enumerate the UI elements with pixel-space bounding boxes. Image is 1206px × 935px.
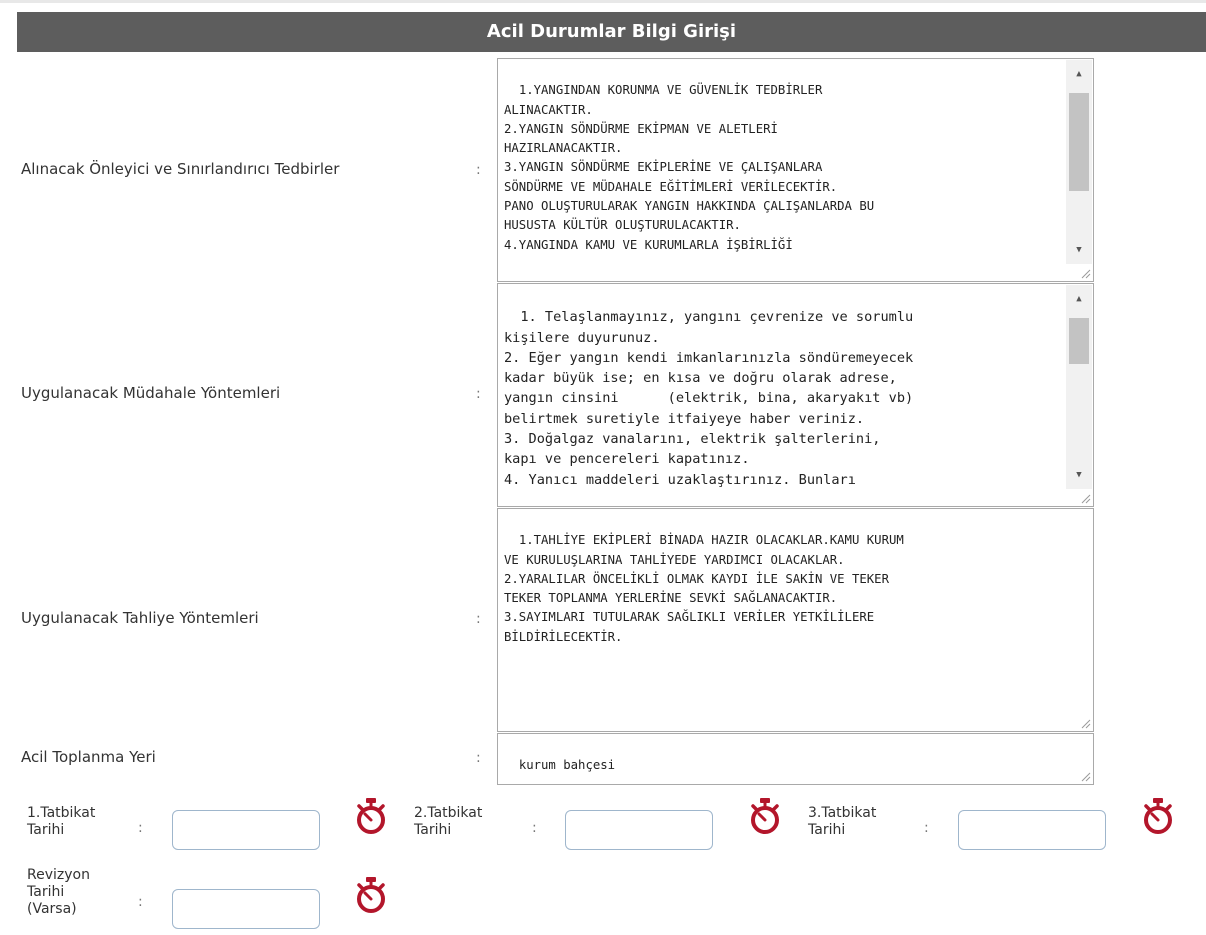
- colon-separator: :: [138, 894, 143, 910]
- colon-separator: :: [138, 820, 143, 836]
- resize-grip-icon[interactable]: [1079, 717, 1091, 729]
- colon-separator: :: [476, 386, 481, 402]
- stopwatch-icon[interactable]: [353, 797, 389, 835]
- stopwatch-icon[interactable]: [747, 797, 783, 835]
- scroll-thumb[interactable]: [1069, 93, 1089, 191]
- stopwatch-icon[interactable]: [1140, 797, 1176, 835]
- evacuation-methods-text: 1.TAHLİYE EKİPLERİ BİNADA HAZIR OLACAKLA…: [504, 533, 904, 644]
- resize-grip-icon[interactable]: [1079, 267, 1091, 279]
- preventive-measures-textarea[interactable]: 1.YANGINDAN KORUNMA VE GÜVENLİK TEDBİRLE…: [497, 58, 1094, 282]
- scroll-up-arrow-icon[interactable]: ▲: [1066, 64, 1092, 84]
- stopwatch-icon[interactable]: [353, 876, 389, 914]
- revision-date-label: Revizyon Tarihi (Varsa): [27, 867, 90, 917]
- colon-separator: :: [476, 611, 481, 627]
- scroll-down-arrow-icon[interactable]: ▼: [1066, 240, 1092, 260]
- intervention-methods-textarea[interactable]: 1. Telaşlanmayınız, yangını çevrenize ve…: [497, 283, 1094, 507]
- colon-separator: :: [924, 820, 929, 836]
- colon-separator: :: [476, 162, 481, 178]
- drill-3-date-label: 3.Tatbikat Tarihi: [808, 805, 877, 838]
- form-title: Acil Durumlar Bilgi Girişi: [17, 12, 1206, 52]
- colon-separator: :: [532, 820, 537, 836]
- evacuation-methods-textarea[interactable]: 1.TAHLİYE EKİPLERİ BİNADA HAZIR OLACAKLA…: [497, 508, 1094, 732]
- scroll-up-arrow-icon[interactable]: ▲: [1066, 289, 1092, 309]
- label-preventive-measures: Alınacak Önleyici ve Sınırlandırıcı Tedb…: [21, 160, 340, 178]
- resize-grip-icon[interactable]: [1079, 770, 1091, 782]
- scroll-thumb[interactable]: [1069, 318, 1089, 364]
- scroll-down-arrow-icon[interactable]: ▼: [1066, 465, 1092, 485]
- resize-grip-icon[interactable]: [1079, 492, 1091, 504]
- drill-2-date-label: 2.Tatbikat Tarihi: [414, 805, 483, 838]
- assembly-point-textarea[interactable]: kurum bahçesi: [497, 733, 1094, 785]
- scrollbar[interactable]: ▲ ▼: [1066, 285, 1092, 489]
- preventive-measures-text: 1.YANGINDAN KORUNMA VE GÜVENLİK TEDBİRLE…: [504, 83, 875, 252]
- drill-3-date-input[interactable]: [958, 810, 1106, 850]
- revision-date-input[interactable]: [172, 889, 320, 929]
- top-border: [0, 0, 1206, 3]
- drill-1-date-label: 1.Tatbikat Tarihi: [27, 805, 96, 838]
- label-evacuation-methods: Uygulanacak Tahliye Yöntemleri: [21, 609, 259, 627]
- assembly-point-text: kurum bahçesi: [518, 758, 616, 773]
- drill-2-date-input[interactable]: [565, 810, 713, 850]
- label-assembly-point: Acil Toplanma Yeri: [21, 748, 156, 766]
- colon-separator: :: [476, 750, 481, 766]
- drill-1-date-input[interactable]: [172, 810, 320, 850]
- scrollbar[interactable]: ▲ ▼: [1066, 60, 1092, 264]
- intervention-methods-text: 1. Telaşlanmayınız, yangını çevrenize ve…: [504, 309, 914, 488]
- label-intervention-methods: Uygulanacak Müdahale Yöntemleri: [21, 384, 281, 402]
